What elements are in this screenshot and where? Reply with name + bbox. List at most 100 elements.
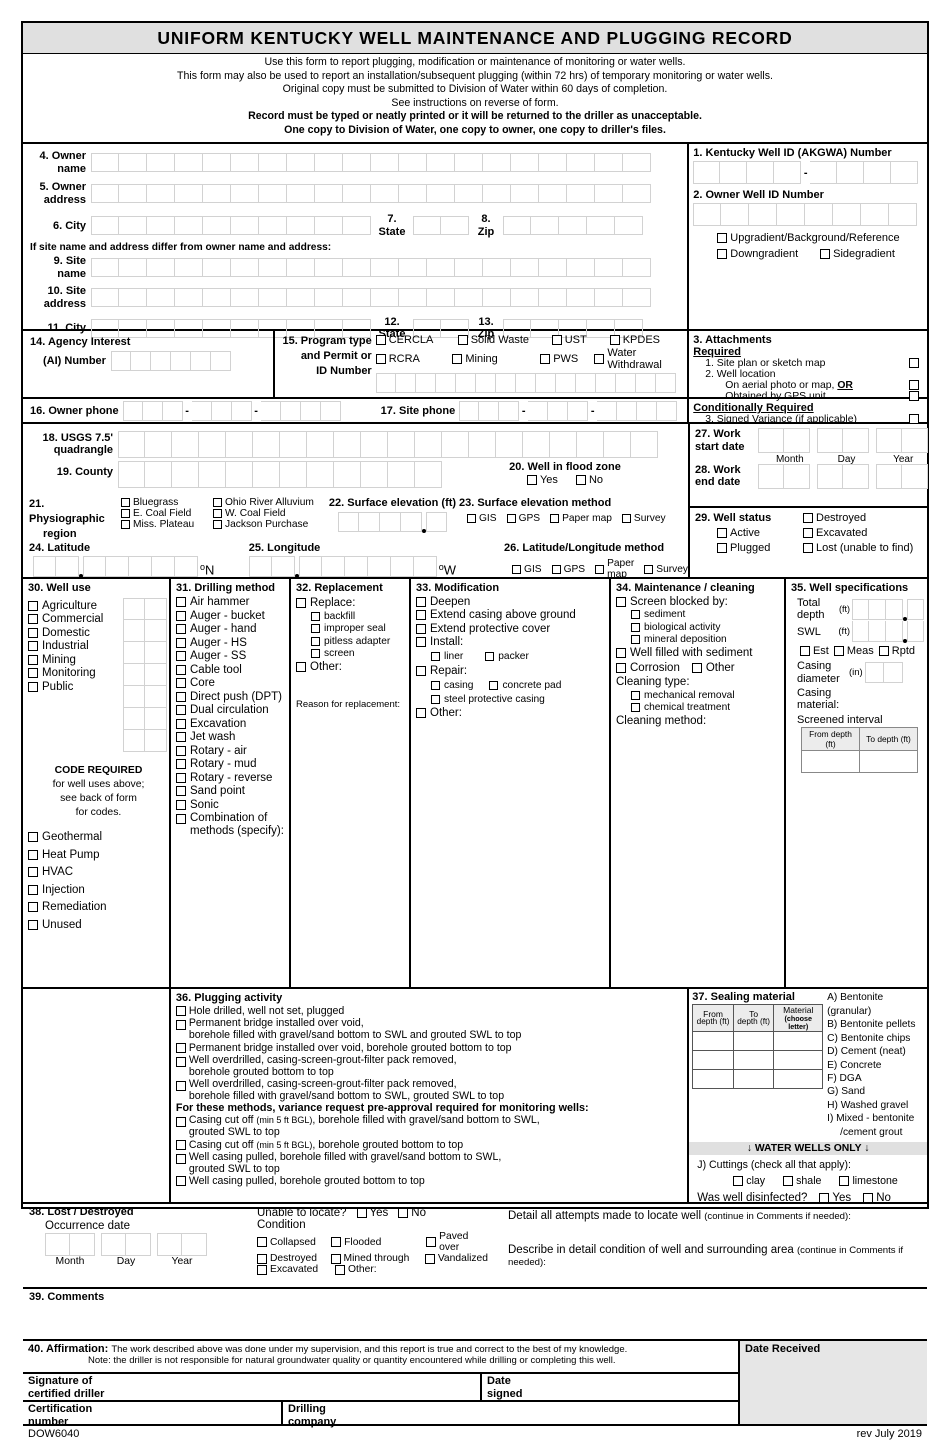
checkbox-latlong-gps[interactable]: GPS — [551, 558, 585, 580]
checkbox-ust[interactable]: UST — [551, 334, 610, 346]
checkbox-latlong-paper-map[interactable]: Paper map — [595, 558, 634, 580]
checkbox-use-heat-pump[interactable]: Heat Pump — [28, 849, 169, 861]
checkbox-blocked-sediment[interactable]: sediment — [631, 609, 784, 620]
checkbox-drill-rotary-reverse[interactable]: Rotary - reverse — [176, 772, 289, 784]
checkbox-replace-backfill[interactable]: backfill — [311, 611, 409, 622]
checkbox-icon[interactable] — [175, 1139, 186, 1150]
checkbox-icon[interactable] — [717, 233, 728, 244]
checkbox-icon[interactable] — [431, 681, 440, 691]
checkbox-plug2-0[interactable]: Casing cut off (min 5 ft BGL), borehole … — [175, 1114, 687, 1138]
checkbox-replace-pitless-adapter[interactable]: pitless adapter — [311, 636, 409, 647]
checkbox-plug2-1[interactable]: Casing cut off (min 5 ft BGL), borehole … — [175, 1139, 687, 1151]
checkbox-icon[interactable] — [631, 635, 640, 645]
cell-from-depth[interactable] — [801, 749, 860, 773]
checkbox-icon[interactable] — [176, 705, 186, 716]
checkbox-drill-cable-tool[interactable]: Cable tool — [176, 664, 289, 676]
checkbox-solid-waste[interactable]: Solid Waste — [457, 334, 552, 346]
checkbox-icon[interactable] — [595, 564, 605, 574]
checkbox-status-destroyed[interactable]: Destroyed — [803, 512, 866, 524]
checkbox-icon[interactable] — [416, 610, 426, 621]
checkbox-icon[interactable] — [631, 622, 640, 632]
date-signed-field[interactable]: Date signed — [480, 1374, 738, 1400]
checkbox-icon[interactable] — [28, 919, 38, 930]
checkbox-use-hvac[interactable]: HVAC — [28, 866, 169, 878]
checkbox-icon[interactable] — [213, 498, 222, 508]
checkbox-icon[interactable] — [176, 651, 186, 662]
checkbox-plug-0[interactable]: Hole drilled, well not set, plugged — [175, 1005, 687, 1017]
checkbox-icon[interactable] — [803, 543, 813, 554]
checkbox-use-geothermal[interactable]: Geothermal — [28, 831, 169, 843]
checkbox-drill-auger-bucket[interactable]: Auger - bucket — [176, 610, 289, 622]
checkbox-icon[interactable] — [594, 354, 605, 365]
checkbox-latlong-survey[interactable]: Survey — [644, 558, 688, 580]
checkbox-icon[interactable] — [820, 249, 831, 260]
checkbox-icon[interactable] — [616, 662, 626, 673]
checkbox-cond-flooded[interactable]: Flooded — [331, 1231, 426, 1253]
checkbox-kpdes[interactable]: KPDES — [609, 334, 660, 346]
checkbox-cond-destroyed[interactable]: Destroyed — [257, 1253, 331, 1264]
site-name-input[interactable] — [91, 258, 651, 278]
work-end-date-input[interactable] — [758, 463, 928, 489]
latitude-input[interactable]: oN — [23, 556, 239, 579]
checkbox-icon[interactable] — [609, 335, 620, 346]
checkbox-mod-extend-cover[interactable]: Extend protective cover — [416, 623, 609, 635]
checkbox-mod-repair[interactable]: Repair: — [416, 665, 609, 677]
checkbox-drill-auger-hs[interactable]: Auger - HS — [176, 637, 289, 649]
comments-section[interactable]: 39. Comments — [23, 1287, 927, 1339]
surface-elevation-input[interactable] — [326, 512, 459, 534]
checkbox-icon[interactable] — [540, 354, 551, 365]
checkbox-icon[interactable] — [416, 666, 426, 677]
checkbox-icon[interactable] — [28, 884, 38, 895]
checkbox-icon[interactable] — [452, 354, 463, 365]
checkbox-use-mining[interactable]: Mining — [28, 654, 123, 666]
checkbox-icon[interactable] — [121, 498, 130, 508]
checkbox-icon[interactable] — [457, 335, 468, 346]
checkbox-icon[interactable] — [551, 564, 561, 574]
checkbox-status-lost[interactable]: Lost (unable to find) — [803, 542, 913, 554]
checkbox-icon[interactable] — [296, 661, 306, 672]
owner-zip-input[interactable] — [503, 216, 643, 236]
checkbox-cercla[interactable]: CERCLA — [375, 334, 458, 346]
checkbox-icon[interactable] — [431, 695, 440, 705]
checkbox-drill-rotary-air[interactable]: Rotary - air — [176, 745, 289, 757]
checkbox-icon[interactable] — [176, 691, 186, 702]
longitude-input[interactable]: oW — [239, 556, 504, 579]
checkbox-icon[interactable] — [717, 528, 727, 539]
checkbox-cond-mined-through[interactable]: Mined through — [330, 1253, 425, 1264]
checkbox-mod-install[interactable]: Install: — [416, 636, 609, 648]
checkbox-pws[interactable]: PWS — [540, 347, 594, 371]
checkbox-icon[interactable] — [175, 1176, 186, 1186]
owner-state-input[interactable] — [413, 216, 469, 236]
checkbox-icon[interactable] — [485, 652, 495, 662]
checkbox-icon[interactable] — [176, 597, 186, 608]
checkbox-drill-combination[interactable]: Combination of methods (specify): — [176, 812, 289, 838]
checkbox-plug-4[interactable]: Well overdrilled, casing-screen-grout-fi… — [175, 1078, 687, 1102]
checkbox-plug-3[interactable]: Well overdrilled, casing-screen-grout-fi… — [175, 1054, 687, 1078]
casing-diameter-input[interactable] — [864, 662, 903, 684]
checkbox-icon[interactable] — [175, 1056, 186, 1067]
checkbox-mod-deepen[interactable]: Deepen — [416, 596, 609, 608]
checkbox-water-withdrawal[interactable]: Water Withdrawal — [594, 347, 687, 371]
checkbox-upgradient[interactable]: Upgradient/Background/Reference — [717, 232, 927, 244]
checkbox-icon[interactable] — [833, 646, 844, 657]
checkbox-jackson-purchase[interactable]: Jackson Purchase — [213, 519, 308, 530]
checkbox-use-unused[interactable]: Unused — [28, 919, 169, 931]
checkbox-icon[interactable] — [175, 1042, 186, 1053]
agency-interest-input[interactable] — [110, 351, 231, 372]
checkbox-icon[interactable] — [398, 1208, 409, 1219]
checkbox-disinfected-no[interactable]: No — [863, 1192, 891, 1204]
checkbox-replace[interactable]: Replace: — [296, 597, 409, 609]
checkbox-depth-rptd[interactable]: Rptd — [878, 645, 915, 657]
checkbox-icon[interactable] — [311, 611, 320, 621]
checkbox-icon[interactable] — [424, 1253, 435, 1264]
checkbox-elev-paper-map[interactable]: Paper map — [550, 513, 612, 524]
sealing-material-table[interactable]: From depth (ft) To depth (ft) Material (… — [692, 1004, 824, 1090]
checkbox-icon[interactable] — [631, 610, 640, 620]
checkbox-icon[interactable] — [691, 662, 702, 673]
checkbox-icon[interactable] — [330, 1253, 341, 1264]
checkbox-rcra[interactable]: RCRA — [375, 347, 453, 371]
checkbox-icon[interactable] — [863, 1193, 874, 1204]
checkbox-drill-auger-hand[interactable]: Auger - hand — [176, 623, 289, 635]
checkbox-icon[interactable] — [176, 624, 186, 635]
checkbox-plug-1[interactable]: Permanent bridge installed over void, bor… — [175, 1017, 687, 1041]
